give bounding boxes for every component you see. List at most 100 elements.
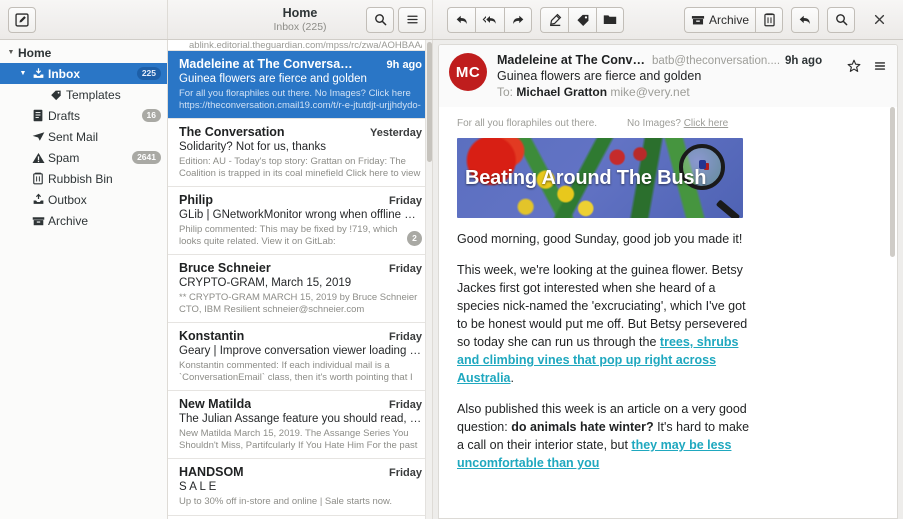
- avatar: MC: [449, 53, 487, 91]
- email-body-text: Good morning, good Sunday, good job you …: [457, 232, 743, 246]
- message-date: Friday: [388, 467, 422, 479]
- list-item-top-row: The Conversation Yesterday: [179, 125, 422, 139]
- trash-icon: [763, 12, 775, 26]
- sidebar-item-templates[interactable]: Templates: [0, 84, 167, 105]
- search-icon: [374, 14, 386, 26]
- message-date: Yesterday: [370, 127, 422, 139]
- conversation-list-column: ablink.editorial.theguardian.com/mpss/rc…: [168, 40, 433, 519]
- delete-button[interactable]: [755, 6, 783, 33]
- scrollbar-thumb[interactable]: [427, 42, 432, 162]
- email-header-actions: [841, 53, 887, 99]
- star-button[interactable]: [847, 59, 861, 73]
- message-preview: Konstantin commented: If each individual…: [179, 360, 413, 383]
- sidebar-item-home[interactable]: ▼ Home: [0, 42, 167, 63]
- sidebar-item-sent-mail[interactable]: Sent Mail: [0, 126, 167, 147]
- unread-count-badge: 225: [136, 67, 161, 80]
- drafts-icon: [30, 109, 46, 122]
- close-button[interactable]: [865, 7, 893, 33]
- recipient-name: Michael Gratton: [516, 85, 608, 99]
- find-button[interactable]: [827, 6, 855, 33]
- sidebar-item-archive[interactable]: Archive: [0, 210, 167, 231]
- reply-button[interactable]: [447, 6, 475, 33]
- sent-icon: [30, 131, 46, 142]
- sidebar-item-label: Templates: [66, 87, 121, 102]
- archive-button[interactable]: Archive: [683, 6, 755, 33]
- sidebar-item-drafts[interactable]: Drafts 16: [0, 105, 167, 126]
- conversation-list[interactable]: ablink.editorial.theguardian.com/mpss/rc…: [168, 40, 432, 519]
- email-sender-row: Madeleine at The Conve… batb@theconversa…: [497, 53, 841, 67]
- sidebar-item-label: Home: [18, 45, 52, 60]
- sender-name: Philip: [179, 193, 214, 207]
- preheader-row: For all you floraphiles out there. No Im…: [457, 117, 879, 130]
- archive-label: Archive: [708, 12, 749, 27]
- reading-pane: MC Madeleine at The Conve… batb@theconve…: [433, 40, 903, 519]
- message-subject: GLib | GNetworkMonitor wrong when offlin…: [179, 209, 422, 221]
- list-item-top-row: HANDSOM Friday: [179, 465, 422, 479]
- email-body[interactable]: For all you floraphiles out there. No Im…: [439, 107, 897, 518]
- folder-icon: [603, 15, 617, 24]
- newsletter-banner-image: Beating Around The Bush: [457, 138, 743, 218]
- message-date: Friday: [388, 331, 422, 343]
- sender-name: New Matilda: [179, 397, 252, 411]
- sidebar-item-inbox[interactable]: ▼ Inbox 225: [0, 63, 167, 84]
- hamburger-menu-icon: [406, 15, 418, 24]
- list-item-bottom-row: Up to 30% off in-store and online | Sale…: [179, 493, 422, 508]
- list-item-bottom-row: ** CRYPTO-GRAM MARCH 15, 2019 by Bruce S…: [179, 289, 422, 315]
- email-timestamp: 9h ago: [785, 55, 823, 67]
- sidebar-item-label: Inbox: [48, 66, 80, 81]
- click-here-link[interactable]: Click here: [684, 118, 728, 129]
- conversation-list-item[interactable]: Bruce Schneier Friday CRYPTO-GRAM, March 1…: [168, 255, 432, 323]
- sender-name: HANDSOM: [179, 465, 244, 479]
- message-date: 9h ago: [386, 59, 422, 71]
- sidebar-item-spam[interactable]: Spam 2641: [0, 147, 167, 168]
- conversation-list-scrollbar[interactable]: [425, 40, 432, 519]
- reply-button-group: [447, 6, 532, 33]
- reply-all-button[interactable]: [475, 6, 504, 33]
- message-preview: For all you floraphiles out there. No Im…: [179, 88, 421, 111]
- list-item-top-row: New Matilda Friday: [179, 397, 422, 411]
- banner-title: Beating Around The Bush: [465, 167, 707, 189]
- action-button-group: [540, 6, 624, 33]
- forward-button[interactable]: [504, 6, 532, 33]
- message-date: Friday: [388, 263, 422, 275]
- tag-icon: [576, 14, 588, 26]
- conversation-list-item[interactable]: HANDSOM Friday S A L E Up to 30% off in-sto…: [168, 459, 432, 516]
- sender-name: The Conversation: [179, 125, 285, 139]
- list-item-bottom-row: Philip commented: This may be fixed by !…: [179, 221, 422, 247]
- search-icon: [835, 14, 847, 26]
- search-button[interactable]: [366, 6, 394, 33]
- reply-icon: [456, 15, 467, 24]
- chevron-down-icon[interactable]: ▼: [16, 70, 30, 77]
- sidebar-item-outbox[interactable]: Outbox: [0, 189, 167, 210]
- reading-pane-scrollbar[interactable]: [889, 107, 895, 518]
- chevron-down-icon[interactable]: ▼: [4, 49, 18, 56]
- main-body: ▼ Home ▼ Inbox 225 Templates Drafts 16 Sent Mail…: [0, 40, 903, 519]
- main-menu-button[interactable]: [398, 6, 426, 33]
- conversation-list-item[interactable]: Madeleine at The Conversation 9h ago Guine…: [168, 51, 432, 119]
- message-preview: ** CRYPTO-GRAM MARCH 15, 2019 by Bruce S…: [179, 292, 418, 315]
- compose-button[interactable]: [8, 6, 36, 33]
- message-preview: Edition: AU - Today's top story: Grattan…: [179, 156, 421, 179]
- email-card: MC Madeleine at The Conve… batb@theconve…: [438, 44, 898, 519]
- conversation-list-item[interactable]: New Matilda Friday The Julian Assange feat…: [168, 391, 432, 459]
- sidebar-item-rubbish-bin[interactable]: Rubbish Bin: [0, 168, 167, 189]
- conversation-list-item[interactable]: The Conversation Yesterday Solidarity? Not…: [168, 119, 432, 187]
- header-sidebar-section: [0, 0, 168, 39]
- label-button[interactable]: [568, 6, 596, 33]
- message-preview: Up to 30% off in-store and online | Sale…: [179, 496, 392, 507]
- email-menu-button[interactable]: [873, 59, 887, 73]
- mark-button[interactable]: [540, 6, 568, 33]
- message-subject: Solidarity? Not for us, thanks: [179, 141, 327, 153]
- undo-button[interactable]: [791, 6, 819, 33]
- undo-icon: [799, 15, 810, 24]
- conversation-list-item[interactable]: Konstantin Friday Geary | Improve conversa…: [168, 323, 432, 391]
- conversation-list-item[interactable]: Philip Friday GLib | GNetworkMonitor wrong…: [168, 187, 432, 255]
- move-to-folder-button[interactable]: [596, 6, 624, 33]
- trash-icon: [30, 172, 46, 185]
- sender-name: Bruce Schneier: [179, 261, 271, 275]
- list-item-clipped[interactable]: ablink.editorial.theguardian.com/mpss/rc…: [168, 40, 432, 51]
- message-date: Friday: [388, 195, 422, 207]
- star-icon: [847, 59, 861, 72]
- scrollbar-thumb[interactable]: [890, 107, 895, 257]
- email-body-bold-text: do animals hate winter?: [511, 420, 654, 434]
